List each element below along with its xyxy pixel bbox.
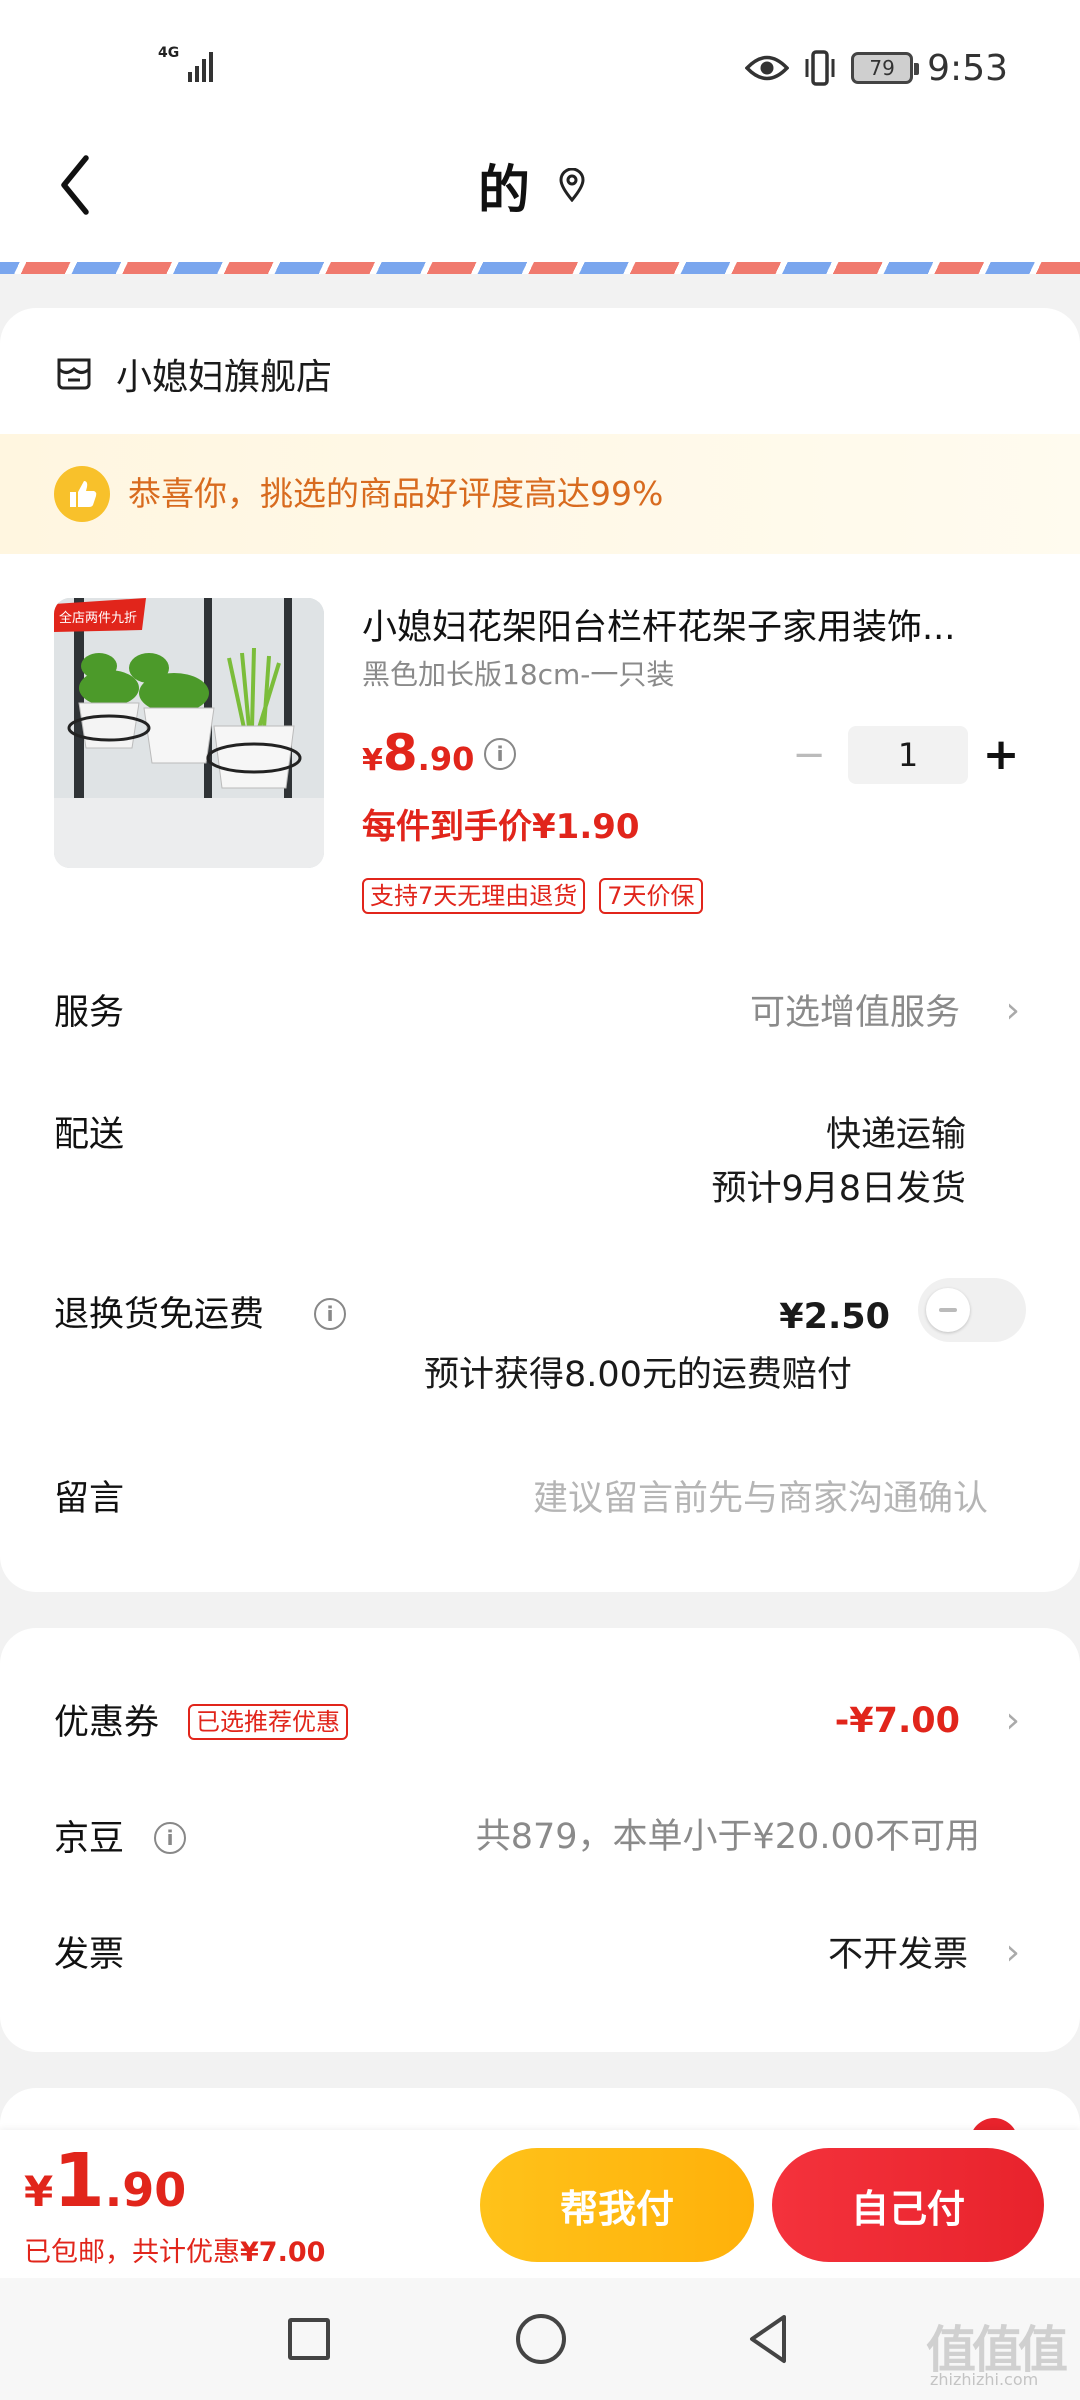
home-button[interactable] (516, 2314, 566, 2364)
delivery-method: 快递运输 (825, 1115, 966, 1155)
location-pin-icon[interactable] (558, 168, 586, 202)
thumbs-up-icon (54, 466, 110, 522)
product-spec[interactable]: 黑色加长版18cm-一只装 (362, 656, 674, 694)
product-image-badge: 全店两件九折 (59, 610, 137, 626)
page-title: 的 (478, 160, 531, 221)
service-chevron-icon[interactable]: › (1006, 986, 1020, 1036)
price-info-icon[interactable]: i (484, 738, 516, 770)
coupon-selected-tag: 已选推荐优惠 (188, 1704, 348, 1740)
product-title[interactable]: 小媳妇花架阳台栏杆花架子家用装饰... (362, 604, 1022, 652)
total-price: ¥ 1 .90 (24, 2138, 186, 2228)
rating-tip-text: 恭喜你，挑选的商品好评度高达99% (128, 474, 664, 513)
product-image[interactable]: 全店两件九折 (54, 598, 324, 868)
return-shipping-note: 预计获得8.00元的运费赔付 (424, 1355, 852, 1395)
total-integer: 1 (53, 2138, 105, 2224)
decrease-button[interactable]: − (784, 724, 834, 786)
eye-icon (745, 55, 790, 81)
invoice-value[interactable]: 不开发票 (828, 1930, 968, 1980)
beans-info-icon[interactable]: i (154, 1822, 186, 1854)
price-integer: 8 (382, 724, 418, 782)
shop-row[interactable]: 小媳妇旗舰店 (54, 350, 332, 398)
shipping-text: 已包邮，共计优惠 (24, 2237, 240, 2268)
battery-icon: 79 (851, 52, 920, 84)
coupon-value[interactable]: -¥7.00 (835, 1696, 960, 1746)
product-photo: 全店两件九折 (54, 598, 324, 868)
total-decimal: .90 (104, 2163, 187, 2217)
invoice-label: 发票 (54, 1935, 125, 1975)
vibrate-icon (805, 50, 835, 86)
delivery-label: 配送 (54, 1115, 125, 1155)
return-info-icon[interactable]: i (314, 1298, 346, 1330)
beans-value: 共879，本单小于¥20.00不可用 (475, 1817, 980, 1857)
page-title-group: 的 (478, 150, 586, 221)
return-shipping-price: ¥2.50 (779, 1297, 890, 1337)
toggle-knob (926, 1288, 970, 1332)
shop-icon (57, 358, 91, 390)
quantity-value[interactable]: 1 (848, 726, 968, 784)
self-pay-button[interactable]: 自己付 (772, 2148, 1044, 2262)
watermark-url: zhizhizhi.com (930, 2370, 1039, 2389)
network-type: 4G (158, 45, 180, 61)
tag-price-protect: 7天价保 (599, 878, 703, 914)
product-price: ¥ 8 .90 (362, 724, 474, 788)
price-decimal: .90 (417, 740, 475, 778)
shop-name: 小媳妇旗舰店 (116, 357, 333, 398)
signal-icon (188, 52, 213, 82)
message-input[interactable]: 建议留言前先与商家沟通确认 (533, 1474, 988, 1524)
battery-level: 79 (869, 56, 895, 80)
beans-label: 京豆 (54, 1819, 125, 1859)
status-right: 79 9:53 (745, 44, 1008, 92)
total-currency: ¥ (24, 2167, 54, 2216)
invoice-chevron-icon[interactable]: › (1006, 1928, 1020, 1978)
clock: 9:53 (927, 47, 1008, 89)
price-currency: ¥ (362, 743, 383, 778)
total-summary: 已包邮，共计优惠¥7.00 (24, 2234, 325, 2272)
airmail-mask (0, 256, 1080, 262)
quantity-stepper: − 1 + (784, 724, 1024, 786)
unit-final-price: 每件到手价¥1.90 (362, 807, 640, 847)
tag-return: 支持7天无理由退货 (362, 878, 586, 914)
increase-button[interactable]: + (976, 724, 1026, 786)
delivery-date: 预计9月8日发货 (711, 1169, 966, 1209)
recents-button[interactable] (288, 2318, 330, 2360)
discount-amount: ¥7.00 (240, 2237, 326, 2268)
airmail-border (0, 260, 1080, 274)
coupon-chevron-icon[interactable]: › (1006, 1696, 1020, 1746)
return-shipping-label: 退换货免运费 (54, 1295, 265, 1335)
service-label: 服务 (54, 993, 125, 1033)
coupon-label: 优惠券 (54, 1703, 160, 1743)
service-value[interactable]: 可选增值服务 (750, 988, 960, 1038)
message-label: 留言 (54, 1479, 125, 1519)
system-back-button[interactable] (744, 2312, 792, 2366)
back-button[interactable] (52, 150, 112, 220)
help-pay-button[interactable]: 帮我付 (480, 2148, 754, 2262)
return-shipping-toggle[interactable] (918, 1278, 1026, 1342)
product-tags: 支持7天无理由退货 7天价保 (362, 878, 703, 914)
